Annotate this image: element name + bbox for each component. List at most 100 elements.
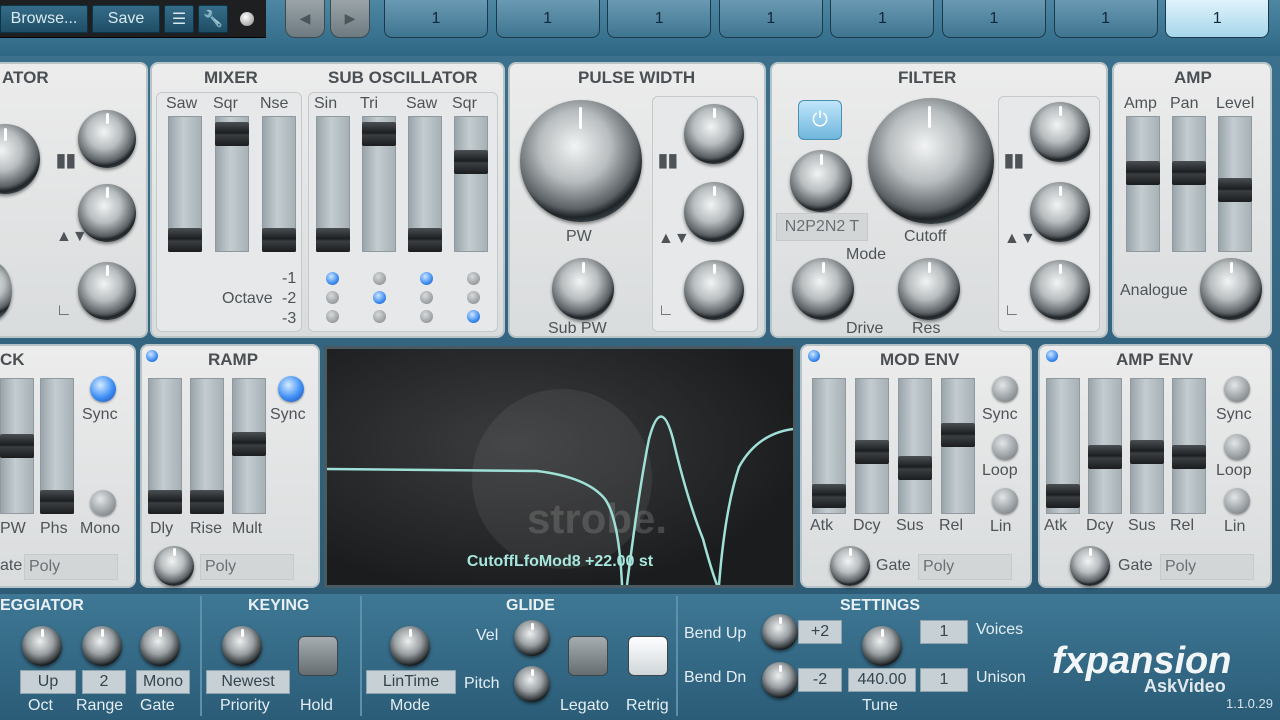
lfo-mono-led[interactable] <box>90 490 116 516</box>
ramp-enable-led[interactable] <box>146 350 158 362</box>
sub-pw-knob[interactable] <box>552 258 614 320</box>
next-arrow-icon[interactable]: ▶ <box>330 0 370 38</box>
octave-led[interactable] <box>373 272 386 285</box>
amp-fader-fader[interactable] <box>1218 177 1252 202</box>
sequencer-step[interactable]: 1 <box>1053 0 1158 38</box>
bend-dn-knob[interactable] <box>762 662 798 698</box>
sequencer-step[interactable]: 1 <box>607 0 712 38</box>
mod-env-loop-led[interactable] <box>992 434 1018 460</box>
keying-mode-field[interactable]: LinTime <box>366 670 456 694</box>
amp-env-lin-led[interactable] <box>1224 488 1250 514</box>
glide-pitch-knob[interactable] <box>514 666 550 702</box>
amp-env-enable-led[interactable] <box>1046 350 1058 362</box>
filter-power-icon[interactable]: ⏻ <box>798 100 842 140</box>
lfo-gate-field[interactable]: Poly <box>24 554 118 580</box>
arp-range-knob[interactable] <box>82 626 122 666</box>
keying-priority-knob[interactable] <box>222 626 262 666</box>
sub-osc-channel-fader[interactable] <box>362 121 396 146</box>
keying-mode-knob[interactable] <box>390 626 430 666</box>
pw-knob[interactable] <box>520 100 642 222</box>
prev-arrow-icon[interactable]: ◀ <box>285 0 325 38</box>
bend-up-knob[interactable] <box>762 614 798 650</box>
sequencer-step[interactable]: 1 <box>830 0 935 38</box>
mixer-channel-fader[interactable] <box>215 121 249 146</box>
legato-button[interactable] <box>568 636 608 676</box>
mod-env-fader-fader[interactable] <box>812 484 846 509</box>
octave-led[interactable] <box>326 291 339 304</box>
mod-env-fader-fader[interactable] <box>855 439 889 464</box>
tune-field[interactable]: 440.00 <box>848 668 916 692</box>
browse-button[interactable]: Browse... <box>0 5 88 33</box>
res-knob[interactable] <box>898 258 960 320</box>
arp-gate-field[interactable]: Mono <box>136 670 190 694</box>
bend-dn-field[interactable]: -2 <box>798 668 842 692</box>
mod-env-sync-led[interactable] <box>992 376 1018 402</box>
amp-env-fader-fader[interactable] <box>1172 445 1206 470</box>
octave-led[interactable] <box>326 310 339 323</box>
list-icon[interactable]: ☰ <box>164 5 194 33</box>
ramp-rise-fader[interactable] <box>190 490 224 514</box>
bend-up-field[interactable]: +2 <box>798 620 842 644</box>
amp-env-sync-led[interactable] <box>1224 376 1250 402</box>
save-button[interactable]: Save <box>92 5 160 33</box>
osc-knob-3[interactable] <box>78 262 136 320</box>
amp-env-fader-fader[interactable] <box>1130 439 1164 464</box>
amp-env-gate-knob[interactable] <box>1070 546 1110 586</box>
glide-vel-knob[interactable] <box>514 620 550 656</box>
arp-oct-field[interactable]: Up <box>20 670 76 694</box>
lfo-pw-fader[interactable] <box>0 434 34 458</box>
sub-osc-channel-fader[interactable] <box>316 228 350 252</box>
sequencer-step[interactable]: 1 <box>718 0 823 38</box>
filter-mod-knob-3[interactable] <box>1030 260 1090 320</box>
wrench-icon[interactable]: 🔧 <box>198 5 228 33</box>
sequencer-step[interactable]: 1 <box>1165 0 1270 38</box>
octave-led[interactable] <box>420 272 433 285</box>
unison-field[interactable]: 1 <box>920 668 968 692</box>
ramp-sync-led[interactable] <box>278 376 304 402</box>
mod-env-gate-knob[interactable] <box>830 546 870 586</box>
sub-osc-channel-track[interactable] <box>454 116 488 252</box>
pw-mod-knob-1[interactable] <box>684 104 744 164</box>
octave-led[interactable] <box>420 310 433 323</box>
amp-fader-fader[interactable] <box>1126 160 1160 185</box>
sub-osc-channel-fader[interactable] <box>454 149 488 174</box>
filter-mod-knob-1[interactable] <box>1030 102 1090 162</box>
mod-env-fader-fader[interactable] <box>941 422 975 447</box>
filter-mode-field[interactable]: N2P2N2 T <box>776 213 868 241</box>
amp-env-gate-field[interactable]: Poly <box>1160 554 1254 580</box>
amp-env-fader-fader[interactable] <box>1088 445 1122 470</box>
sequencer-step[interactable]: 1 <box>495 0 600 38</box>
arp-oct-knob[interactable] <box>22 626 62 666</box>
lfo-phs-fader[interactable] <box>40 490 74 514</box>
voices-field[interactable]: 1 <box>920 620 968 644</box>
mod-env-lin-led[interactable] <box>992 488 1018 514</box>
osc-knob-1[interactable] <box>78 110 136 168</box>
filter-mod-knob-2[interactable] <box>1030 182 1090 242</box>
ramp-gate-field[interactable]: Poly <box>200 554 294 580</box>
amp-env-fader-fader[interactable] <box>1046 484 1080 509</box>
ramp-mult-fader[interactable] <box>232 432 266 456</box>
octave-led[interactable] <box>326 272 339 285</box>
mod-env-fader-track[interactable] <box>898 378 932 514</box>
retrig-button[interactable] <box>628 636 668 676</box>
keying-hold-button[interactable] <box>298 636 338 676</box>
analogue-knob[interactable] <box>1200 258 1262 320</box>
mod-env-enable-led[interactable] <box>808 350 820 362</box>
sub-osc-channel-fader[interactable] <box>408 228 442 252</box>
amp-env-loop-led[interactable] <box>1224 434 1250 460</box>
octave-led[interactable] <box>373 310 386 323</box>
ramp-dly-fader[interactable] <box>148 490 182 514</box>
lfo-sync-led[interactable] <box>90 376 116 402</box>
octave-led[interactable] <box>420 291 433 304</box>
cutoff-knob[interactable] <box>868 98 994 224</box>
octave-led[interactable] <box>467 272 480 285</box>
tune-knob[interactable] <box>862 626 902 666</box>
arp-gate-knob[interactable] <box>140 626 180 666</box>
octave-led[interactable] <box>467 291 480 304</box>
pw-mod-knob-3[interactable] <box>684 260 744 320</box>
octave-led[interactable] <box>373 291 386 304</box>
amp-fader-fader[interactable] <box>1172 160 1206 185</box>
filter-mode-knob[interactable] <box>790 150 852 212</box>
mixer-channel-fader[interactable] <box>168 228 202 252</box>
ramp-gate-knob[interactable] <box>154 546 194 586</box>
